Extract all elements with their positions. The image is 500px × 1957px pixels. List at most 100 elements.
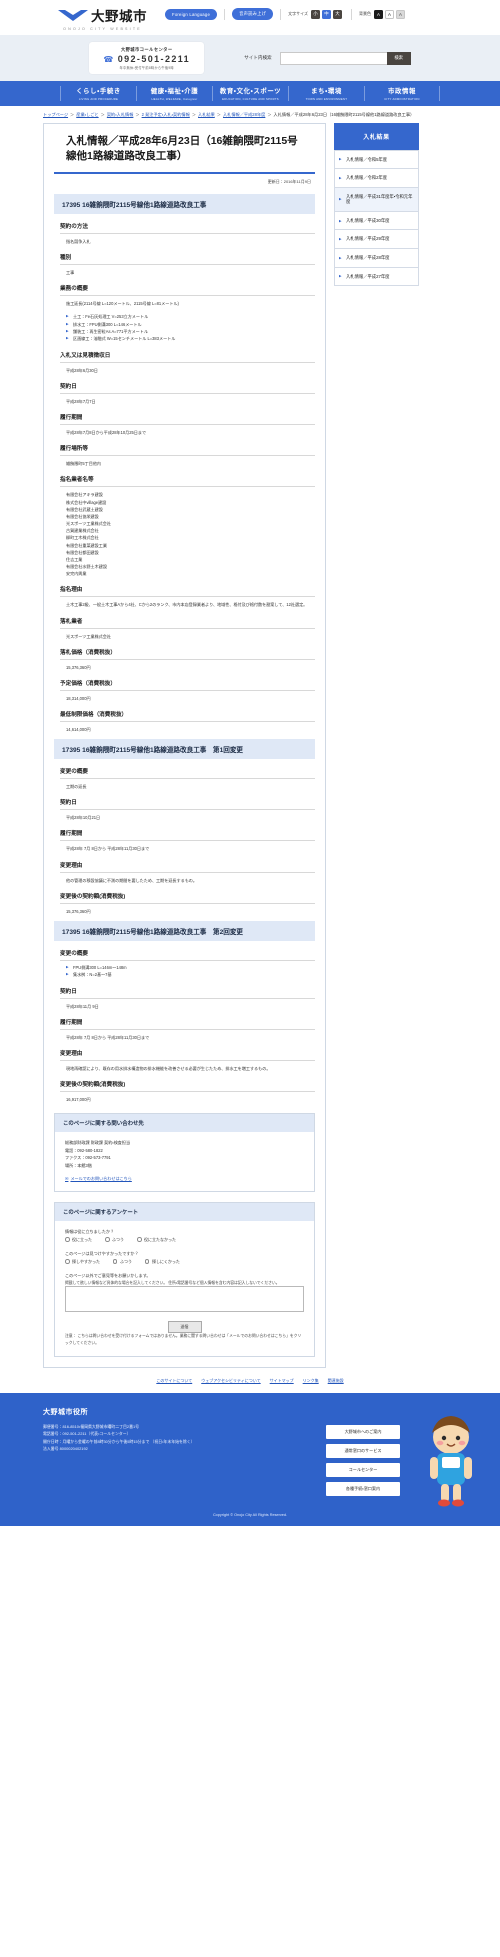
survey-comment-input[interactable] (65, 1286, 304, 1313)
main-content: 入札情報／平成28年6月23日（16雑餉隈町2115号線他1路線道路改良工事） … (43, 122, 326, 1368)
gnav-item-4[interactable]: 市政情報 CITY ADMINISTRATION (364, 86, 440, 101)
sidebar-item-2[interactable]: 入札情報／平成31年度年・令和元年度 (334, 187, 419, 212)
breadcrumb-link[interactable]: 入札情報／平成28年度 (223, 112, 265, 117)
sidebar-item-3[interactable]: 入札情報／平成30年度 (334, 211, 419, 231)
inquiry-box: このページに関する問い合わせ先 総務部財政課 財政課 契約・検査担当 電話：09… (54, 1113, 315, 1193)
field-value-line: 有限会社都田建設 (66, 549, 99, 555)
survey-q1-option-0[interactable]: 役に立った (65, 1236, 92, 1243)
inquiry-fax: ファクス：092-573-7791 (65, 1155, 111, 1161)
field-value: 指名競争入札 (66, 238, 315, 245)
footer-link-3[interactable]: リンク集 (303, 1378, 319, 1384)
survey-heading: このページに関するアンケート (55, 1203, 314, 1222)
radio-icon[interactable] (65, 1237, 70, 1242)
site-logo[interactable]: 大野城市 ONOJO CITY WEBSITE (58, 5, 147, 31)
gnav-item-0[interactable]: くらし・手続き LIVING AND PROCEDURE (60, 86, 136, 101)
field-value: 工事 (66, 269, 315, 276)
sidebar-item-6[interactable]: 入札情報／平成27年度 (334, 267, 419, 287)
gnav-item-1[interactable]: 健康・福祉・介護 HEALTH, WELFARE, Caregiver (136, 86, 212, 101)
inquiry-mail-text: メールでのお問い合わせはこちら (70, 1175, 132, 1181)
gnav-item-3[interactable]: まち・環境 TOWN AND ENVIRONMENT (288, 86, 364, 101)
field-value-line: 平成28年 7月 8日から 平成28年11月30日まで (66, 1034, 150, 1040)
footer-link-1[interactable]: ウェブアクセシビリティについて (201, 1378, 260, 1384)
footer-button-3[interactable]: 各種手続・窓口案内 (326, 1481, 400, 1496)
gnav-label-ja: 市政情報 (388, 88, 416, 96)
field-label: 変更の概要 (60, 949, 315, 961)
footer-link-0[interactable]: このサイトについて (156, 1378, 192, 1384)
field-value-line: 光スポーツ工業株式会社 (66, 521, 111, 527)
field-bullet-item: FPU側溝300 L=146m～148m (66, 964, 315, 971)
field-label: 履行場所等 (60, 444, 315, 457)
breadcrumb-link[interactable]: 産業・しごと (76, 112, 98, 117)
footer-button-1[interactable]: 通常窓口のサービス (326, 1443, 400, 1458)
radio-icon[interactable] (137, 1237, 142, 1242)
field-value: 14,614,000円 (66, 726, 315, 733)
field-value-line: 平成28年6月30日 (66, 367, 98, 373)
field-value-line: 株式会社中village建設 (66, 499, 107, 505)
field-value: 平成28年6月30日 (66, 367, 315, 374)
gnav-label-en: LIVING AND PROCEDURE (78, 96, 119, 101)
radio-icon[interactable] (112, 1259, 118, 1264)
font-size-small-button[interactable]: 小 (310, 9, 320, 19)
field-value: 平成28年7月8日から平成28年10月25日まで (66, 429, 315, 436)
survey-q2-option-2[interactable]: 探しにくかった (144, 1258, 180, 1265)
breadcrumb-link[interactable]: 契約・入札情報 (107, 112, 134, 117)
survey-q3-note: 掲載して欲しい情報など具体的な場合を記入してください。 住所・電話番号など個人情… (65, 1280, 280, 1285)
search-button[interactable]: 検索 (386, 51, 411, 65)
field-value-line: 工事 (66, 270, 75, 276)
field-label: 変更後の契約額(消費税抜) (60, 1080, 315, 1093)
survey-q2-option-label: ふつう (119, 1258, 132, 1264)
sidebar-item-0[interactable]: 入札情報／令和5年度 (334, 149, 419, 170)
bg-color-black-button[interactable]: A (373, 9, 383, 19)
voice-readout-button[interactable]: 音声読み上げ (232, 8, 274, 20)
survey-q1-option-2[interactable]: 役に立たなかった (137, 1236, 176, 1243)
field-label: 契約日 (60, 382, 315, 394)
breadcrumb: トップページ＞産業・しごと＞契約・入札情報＞ 2 発注予定・入札・契約情報＞入札結… (0, 106, 500, 123)
survey-q1-option-label: 役に立たなかった (144, 1236, 176, 1242)
bg-color-grey-button[interactable]: A (395, 9, 405, 19)
radio-icon[interactable] (65, 1259, 70, 1264)
font-size-label: 文字サイズ (288, 11, 308, 16)
survey-q2-option-1[interactable]: ふつう (112, 1258, 132, 1265)
survey-submit-button[interactable]: 送信 (167, 1320, 202, 1333)
survey-q2-option-0[interactable]: 探しやすかった (65, 1258, 100, 1265)
divider (224, 8, 226, 20)
section-heading-0: 17395 16雑餉隈町2115号線他1路線道路改良工事 (54, 193, 315, 214)
breadcrumb-separator: ＞ (191, 112, 197, 117)
gnav-item-2[interactable]: 教育・文化・スポーツ EDUCATION, CULTURE AND SPORTS (212, 86, 288, 101)
field-value: 16,917,000円 (66, 1096, 315, 1103)
sidebar-item-4[interactable]: 入札情報／平成29年度 (334, 230, 419, 249)
survey-footnote: 注意： こちらは問い合わせを受け付けるフォームではありません。業務に関する問い合… (65, 1333, 302, 1345)
sidebar-item-1[interactable]: 入札情報／令和2年度 (334, 169, 419, 188)
breadcrumb-link[interactable]: トップページ (43, 112, 68, 117)
field-label: 指名理由 (60, 585, 315, 598)
font-size-large-button[interactable]: 大 (332, 9, 342, 19)
field-label: 予定価格（消費税抜） (60, 679, 315, 691)
radio-icon[interactable] (144, 1259, 150, 1264)
inquiry-mail-link[interactable]: ✉ メールでのお問い合わせはこちら (65, 1175, 132, 1183)
font-size-medium-button[interactable]: 中 (321, 9, 331, 19)
footer-link-2[interactable]: サイトマップ (270, 1378, 294, 1384)
foreign-language-button[interactable]: Foreign Language (165, 8, 218, 20)
survey-q1-option-1[interactable]: ふつう (105, 1236, 124, 1243)
sidebar-heading[interactable]: 入札結果 (334, 122, 419, 150)
field-value-line: 柳町工木株式会社 (66, 535, 99, 541)
field-bullet-item: 舗装工：再生密粒As A=771平方メートル (66, 328, 315, 335)
breadcrumb-link[interactable]: 入札結果 (198, 112, 215, 117)
survey-q2-options: 探しやすかった ふつう 探しにくかった (65, 1258, 304, 1265)
breadcrumb-link[interactable]: 2 発注予定・入札・契約情報 (142, 112, 190, 117)
footer-link-4[interactable]: 関連施設 (328, 1378, 344, 1384)
field-value: 他の管理の移設協議に不測の期間を要したため、工期を延長するもの。 (66, 877, 315, 884)
gnav-label-ja: くらし・手続き (76, 88, 121, 96)
field-value: 平成28年11月 9日 (66, 1003, 315, 1010)
mascot-icon (420, 1411, 482, 1507)
field-label: 落札業者 (60, 617, 315, 629)
survey-q2-label: このページは見つけやすかったですか？ (65, 1251, 139, 1257)
sidebar-item-5[interactable]: 入札情報／平成28年度 (334, 248, 419, 268)
field-value: 有限会社アキラ建設 株式会社中village建設 有限会社武蔵土建設 有限会社協栄建設… (66, 491, 315, 577)
field-value-line: 安完内興業 (66, 571, 87, 577)
search-input[interactable] (279, 51, 388, 65)
footer-button-0[interactable]: 大野城市へのご案内 (326, 1424, 400, 1439)
footer-button-2[interactable]: コールセンター (326, 1462, 400, 1477)
bg-color-white-button[interactable]: A (384, 9, 394, 19)
radio-icon[interactable] (105, 1237, 110, 1242)
